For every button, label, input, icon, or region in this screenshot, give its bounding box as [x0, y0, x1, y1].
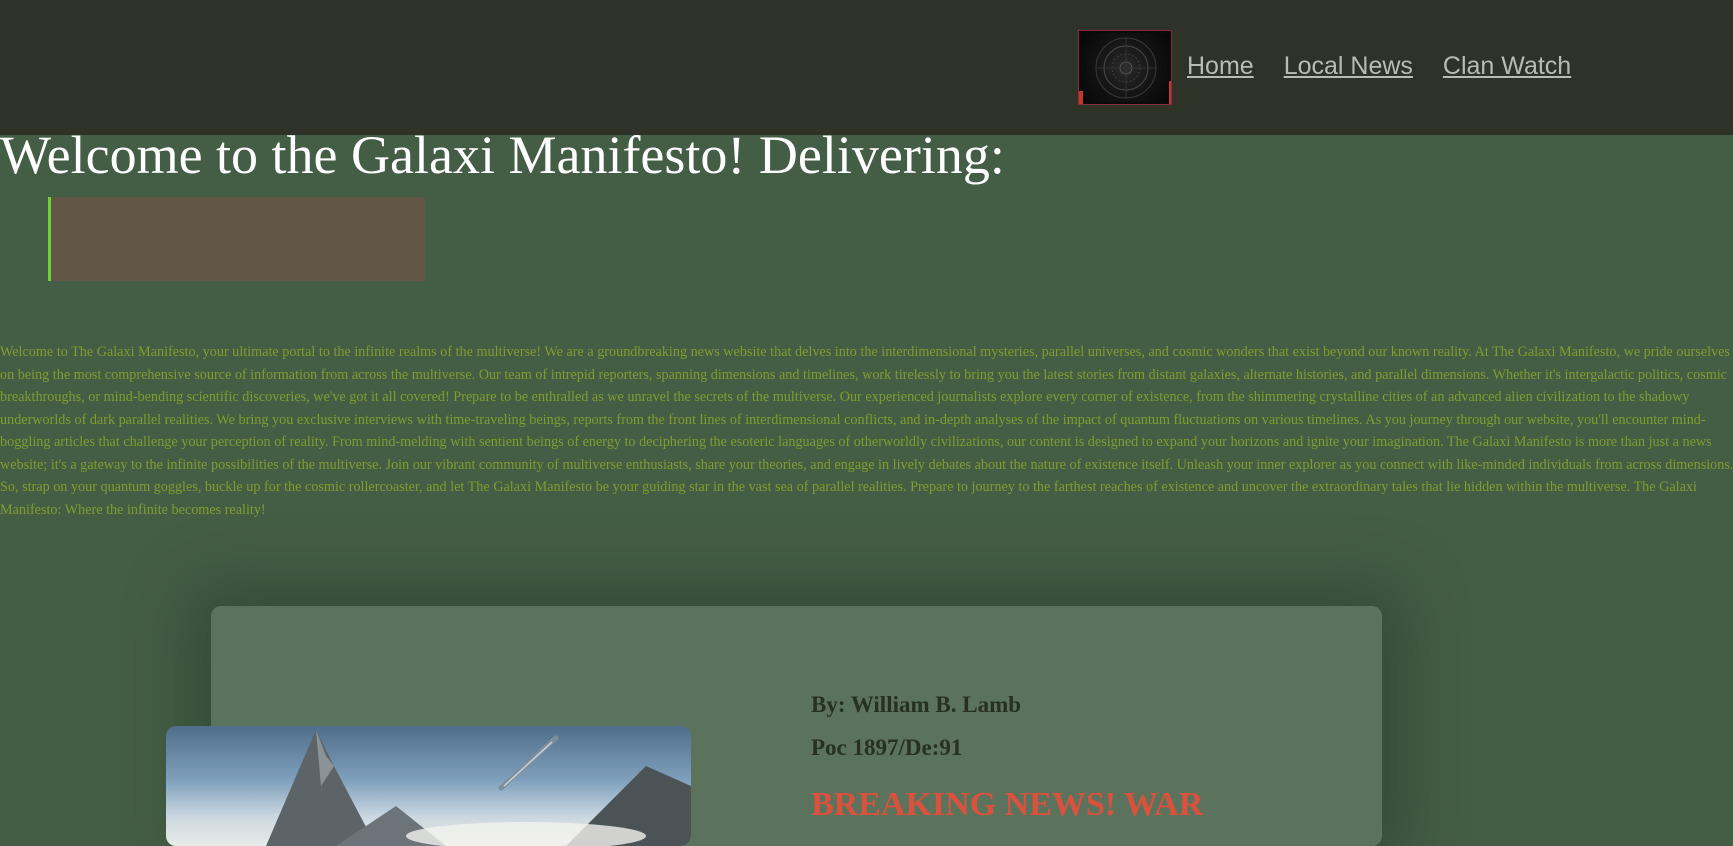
nav-link-local-news[interactable]: Local News	[1284, 52, 1413, 81]
article-author: By: William B. Lamb	[811, 692, 1022, 717]
main-nav: Home Local News Clan Watch	[1187, 52, 1571, 81]
article-date: Poc 1897/De:91	[811, 735, 963, 760]
article-image	[166, 726, 691, 846]
intro-paragraph: Welcome to The Galaxi Manifesto, your ul…	[0, 344, 1733, 518]
nav-link-home[interactable]: Home	[1187, 52, 1254, 81]
welcome-headline: Welcome to the Galaxi Manifesto! Deliver…	[0, 125, 1005, 185]
nav-link-clan-watch[interactable]: Clan Watch	[1443, 52, 1571, 81]
top-navbar: Home Local News Clan Watch	[0, 0, 1733, 135]
typing-text-box	[48, 197, 425, 281]
mountain-spaceship-illustration	[266, 730, 691, 846]
breaking-news-headline[interactable]: BREAKING NEWS! WAR	[811, 786, 1203, 824]
galaxy-logo-icon[interactable]	[1078, 30, 1172, 105]
